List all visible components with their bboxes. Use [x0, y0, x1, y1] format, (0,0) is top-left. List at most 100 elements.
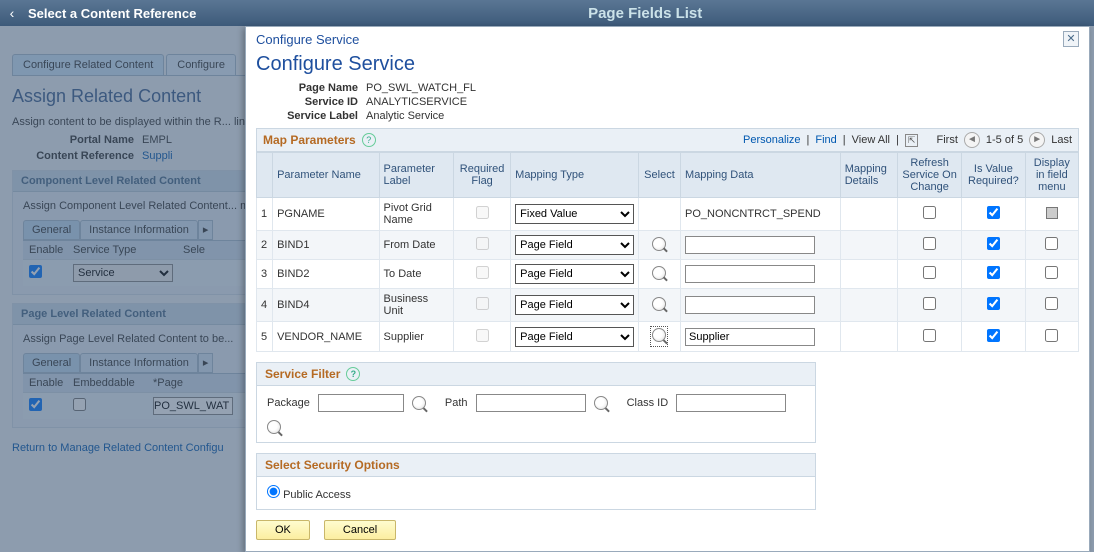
prev-icon[interactable]: ◄ [964, 132, 980, 148]
help-icon[interactable]: ? [362, 133, 376, 147]
row-number: 1 [257, 198, 273, 231]
lookup-icon-package[interactable] [412, 396, 426, 410]
parameter-name: VENDOR_NAME [273, 322, 379, 352]
is-required-checkbox[interactable] [987, 329, 1000, 342]
table-row: 2BIND1From DatePage Field [257, 231, 1079, 260]
modal-bar-title: Configure Service [256, 32, 359, 47]
modal-configure-service: Configure Service ✕ Configure Service Pa… [245, 26, 1090, 552]
help-icon-filter[interactable]: ? [346, 367, 360, 381]
display-checkbox[interactable] [1045, 266, 1058, 279]
is-required-checkbox[interactable] [987, 237, 1000, 250]
ok-button[interactable]: OK [256, 520, 310, 540]
mapping-data-input[interactable] [685, 236, 815, 254]
mapping-type-select[interactable]: Page Field [515, 235, 634, 255]
parameter-name: BIND2 [273, 260, 379, 289]
parameter-label: To Date [379, 260, 454, 289]
label-service-label: Service Label [256, 110, 366, 122]
link-view-all[interactable]: View All [852, 134, 890, 146]
col-parameter-name[interactable]: Parameter Name [273, 153, 379, 198]
col-mapping-details[interactable]: Mapping Details [840, 153, 897, 198]
refresh-checkbox[interactable] [923, 237, 936, 250]
label-class-id: Class ID [627, 397, 669, 409]
mapping-type-select[interactable]: Page Field [515, 295, 634, 315]
next-icon[interactable]: ► [1029, 132, 1045, 148]
class-id-input[interactable] [676, 394, 786, 412]
parameter-label: Pivot Grid Name [379, 198, 454, 231]
package-input[interactable] [318, 394, 404, 412]
required-flag-checkbox [476, 237, 489, 250]
is-required-checkbox[interactable] [987, 266, 1000, 279]
col-required-flag[interactable]: Required Flag [454, 153, 511, 198]
col-is-value-required[interactable]: Is Value Required? [962, 153, 1026, 198]
display-checkbox[interactable] [1045, 297, 1058, 310]
mapping-type-select[interactable]: Page Field [515, 327, 634, 347]
value-service-label: Analytic Service [366, 110, 444, 122]
required-flag-checkbox [476, 266, 489, 279]
mapping-details-cell [840, 260, 897, 289]
display-checkbox[interactable] [1045, 329, 1058, 342]
modal-heading: Configure Service [256, 53, 1079, 76]
parameter-label: Business Unit [379, 289, 454, 322]
col-mapping-data[interactable]: Mapping Data [681, 153, 841, 198]
mapping-type-select[interactable]: Page Field [515, 264, 634, 284]
parameter-label: Supplier [379, 322, 454, 352]
label-service-id: Service ID [256, 96, 366, 108]
map-parameters-title: Map Parameters [263, 133, 356, 147]
required-flag-checkbox [476, 297, 489, 310]
link-find[interactable]: Find [815, 134, 836, 146]
mapping-data-input[interactable] [685, 296, 815, 314]
lookup-icon[interactable] [652, 237, 666, 251]
back-label[interactable]: Select a Content Reference [24, 6, 196, 21]
col-select[interactable]: Select [638, 153, 680, 198]
label-page-name: Page Name [256, 82, 366, 94]
lookup-icon[interactable] [652, 266, 666, 280]
col-num [257, 153, 273, 198]
table-row: 5VENDOR_NAMESupplierPage Field [257, 322, 1079, 352]
refresh-checkbox[interactable] [923, 297, 936, 310]
map-parameters-grid: Parameter Name Parameter Label Required … [256, 152, 1079, 352]
mapping-data-text: PO_NONCNTRCT_SPEND [685, 208, 821, 220]
nav-first[interactable]: First [937, 134, 958, 146]
path-input[interactable] [476, 394, 586, 412]
refresh-checkbox[interactable] [923, 329, 936, 342]
lookup-icon[interactable] [652, 328, 666, 342]
mapping-details-cell [840, 198, 897, 231]
is-required-checkbox[interactable] [987, 206, 1000, 219]
public-access-radio[interactable]: Public Access [267, 485, 351, 501]
parameter-label: From Date [379, 231, 454, 260]
display-checkbox[interactable] [1045, 237, 1058, 250]
mapping-type-select[interactable]: Fixed Value [515, 204, 634, 224]
table-row: 4BIND4Business UnitPage Field [257, 289, 1079, 322]
value-page-name: PO_SWL_WATCH_FL [366, 82, 476, 94]
row-number: 2 [257, 231, 273, 260]
mapping-details-cell [840, 322, 897, 352]
required-flag-checkbox [476, 329, 489, 342]
col-parameter-label[interactable]: Parameter Label [379, 153, 454, 198]
security-options-title: Select Security Options [265, 458, 400, 472]
value-service-id: ANALYTICSERVICE [366, 96, 467, 108]
popout-icon[interactable]: ⇱ [905, 134, 919, 147]
parameter-name: BIND4 [273, 289, 379, 322]
cancel-button[interactable]: Cancel [324, 520, 396, 540]
required-flag-checkbox [476, 206, 489, 219]
close-icon[interactable]: ✕ [1063, 31, 1079, 47]
back-icon[interactable]: ‹ [0, 5, 24, 21]
page-title: Page Fields List [196, 5, 1094, 22]
mapping-details-cell [840, 231, 897, 260]
label-path: Path [445, 397, 468, 409]
refresh-checkbox[interactable] [923, 206, 936, 219]
lookup-icon[interactable] [652, 297, 666, 311]
col-refresh-service[interactable]: Refresh Service On Change [898, 153, 962, 198]
refresh-checkbox[interactable] [923, 266, 936, 279]
col-mapping-type[interactable]: Mapping Type [511, 153, 639, 198]
nav-range: 1-5 of 5 [986, 134, 1023, 146]
col-display-in-field-menu[interactable]: Display in field menu [1025, 153, 1078, 198]
mapping-data-input[interactable] [685, 265, 815, 283]
mapping-data-input[interactable] [685, 328, 815, 346]
is-required-checkbox[interactable] [987, 297, 1000, 310]
lookup-icon-path[interactable] [594, 396, 608, 410]
lookup-icon-classid[interactable] [267, 420, 281, 434]
nav-last[interactable]: Last [1051, 134, 1072, 146]
top-bar: ‹ Select a Content Reference Page Fields… [0, 0, 1094, 26]
link-personalize[interactable]: Personalize [743, 134, 800, 146]
